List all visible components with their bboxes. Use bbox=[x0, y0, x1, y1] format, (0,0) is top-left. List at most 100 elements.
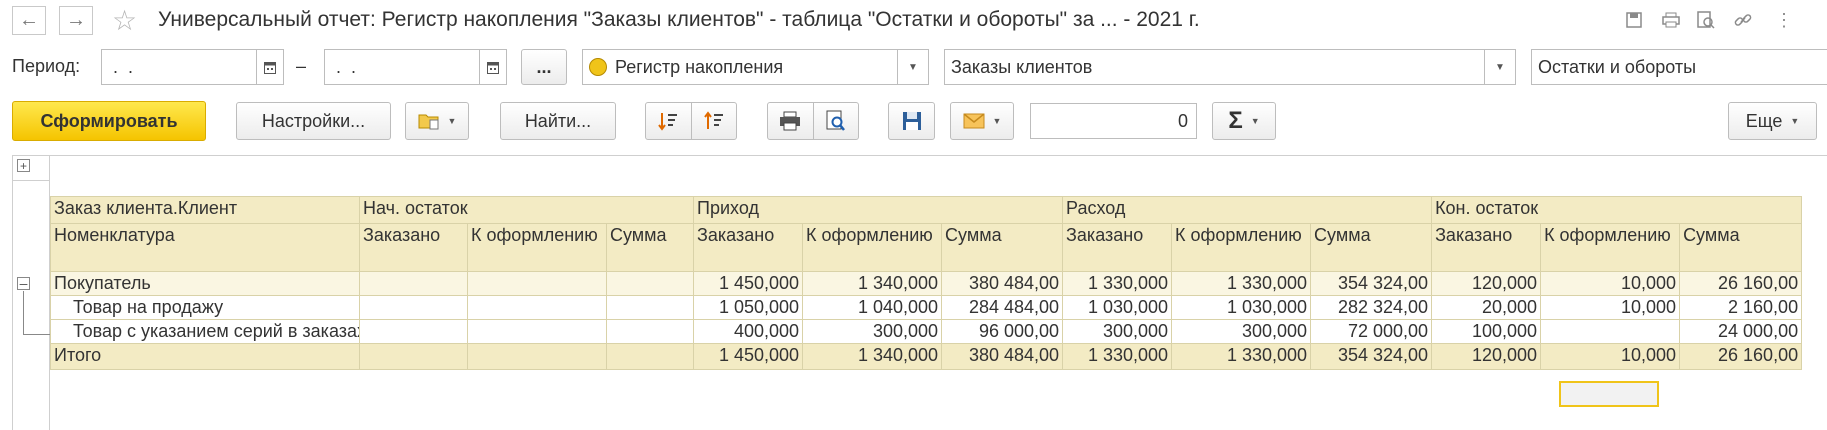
cell[interactable]: 400,000 bbox=[693, 319, 804, 344]
save-button[interactable] bbox=[888, 102, 935, 140]
back-button[interactable]: ← bbox=[12, 6, 46, 35]
header-to-process[interactable]: К оформлению bbox=[1171, 223, 1312, 272]
cell[interactable]: 1 330,000 bbox=[1062, 271, 1173, 296]
cell[interactable] bbox=[605, 295, 695, 320]
chevron-down-icon[interactable]: ▼ bbox=[1484, 50, 1515, 84]
cell[interactable] bbox=[605, 271, 695, 296]
cell[interactable]: 380 484,00 bbox=[941, 271, 1064, 296]
header-ordered[interactable]: Заказано bbox=[359, 223, 468, 272]
cell[interactable]: 1 040,000 bbox=[802, 295, 943, 320]
settings-button[interactable]: Настройки... bbox=[236, 102, 391, 140]
table-row[interactable]: Товар с указанием серий в заказах 400,00… bbox=[50, 319, 1803, 344]
header-client[interactable]: Заказ клиента.Клиент bbox=[50, 196, 360, 224]
sort-ascending-icon[interactable] bbox=[692, 103, 737, 139]
cell[interactable]: 2 160,00 bbox=[1679, 295, 1803, 320]
calendar-icon[interactable] bbox=[256, 50, 283, 84]
preview-icon[interactable] bbox=[1694, 8, 1718, 32]
cell[interactable] bbox=[467, 271, 607, 296]
cell[interactable] bbox=[467, 319, 607, 344]
cell[interactable]: 24 000,00 bbox=[1679, 319, 1803, 344]
cell[interactable]: 1 330,000 bbox=[1062, 343, 1173, 370]
table-row[interactable]: Товар на продажу 1 050,000 1 040,000 284… bbox=[50, 295, 1803, 320]
cell[interactable]: 26 160,00 bbox=[1679, 343, 1803, 370]
cell[interactable] bbox=[359, 319, 468, 344]
send-email-button[interactable]: ▼ bbox=[950, 102, 1014, 140]
register-type-select[interactable]: Регистр накопления ▼ bbox=[582, 49, 929, 85]
generate-button[interactable]: Сформировать bbox=[12, 101, 206, 141]
cell[interactable]: 96 000,00 bbox=[941, 319, 1064, 344]
sort-descending-icon[interactable] bbox=[646, 103, 692, 139]
period-to-field[interactable]: . . bbox=[324, 49, 507, 85]
cell[interactable]: 1 450,000 bbox=[693, 271, 804, 296]
forward-button[interactable]: → bbox=[59, 6, 93, 35]
cell[interactable]: 300,000 bbox=[1171, 319, 1312, 344]
header-ordered[interactable]: Заказано bbox=[693, 223, 804, 272]
cell[interactable]: 72 000,00 bbox=[1310, 319, 1433, 344]
header-sum[interactable]: Сумма bbox=[1679, 223, 1803, 272]
cell[interactable]: 20,000 bbox=[1431, 295, 1542, 320]
table-row-group[interactable]: Покупатель 1 450,000 1 340,000 380 484,0… bbox=[50, 271, 1803, 296]
table-row-total[interactable]: Итого 1 450,000 1 340,000 380 484,00 1 3… bbox=[50, 343, 1803, 370]
active-cell[interactable] bbox=[1559, 381, 1659, 407]
print-preview-icon[interactable] bbox=[814, 103, 859, 139]
header-sum[interactable]: Сумма bbox=[941, 223, 1064, 272]
cell[interactable] bbox=[1540, 319, 1681, 344]
cell[interactable] bbox=[605, 343, 695, 370]
cell[interactable]: 1 340,000 bbox=[802, 271, 943, 296]
cell[interactable]: 100,000 bbox=[1431, 319, 1542, 344]
sum-mode-button[interactable]: Σ ▼ bbox=[1212, 102, 1276, 140]
calendar-icon[interactable] bbox=[479, 50, 506, 84]
cell[interactable]: 120,000 bbox=[1431, 271, 1542, 296]
header-opening-balance[interactable]: Нач. остаток bbox=[358, 196, 695, 224]
more-vertical-icon[interactable]: ⋮ bbox=[1772, 8, 1796, 32]
row-name[interactable]: Покупатель bbox=[50, 271, 360, 296]
cell[interactable] bbox=[359, 271, 468, 296]
period-from-field[interactable]: . . bbox=[101, 49, 284, 85]
header-ordered[interactable]: Заказано bbox=[1062, 223, 1173, 272]
cell[interactable]: 26 160,00 bbox=[1679, 271, 1803, 296]
find-button[interactable]: Найти... bbox=[500, 102, 616, 140]
cell[interactable] bbox=[605, 319, 695, 344]
cell[interactable]: 1 340,000 bbox=[802, 343, 943, 370]
row-name[interactable]: Товар на продажу bbox=[50, 295, 360, 320]
cell[interactable]: 1 330,000 bbox=[1171, 343, 1312, 370]
cell[interactable]: 1 030,000 bbox=[1062, 295, 1173, 320]
header-expense[interactable]: Расход bbox=[1062, 196, 1433, 224]
cell[interactable]: 120,000 bbox=[1431, 343, 1542, 370]
cell[interactable]: 300,000 bbox=[802, 319, 943, 344]
cell[interactable] bbox=[467, 295, 607, 320]
print-icon[interactable] bbox=[1659, 8, 1683, 32]
printer-icon[interactable] bbox=[768, 103, 814, 139]
cell[interactable] bbox=[359, 295, 468, 320]
cell[interactable]: 284 484,00 bbox=[941, 295, 1064, 320]
row-name[interactable]: Товар с указанием серий в заказах bbox=[50, 319, 360, 344]
chevron-down-icon[interactable]: ▼ bbox=[897, 50, 928, 84]
cell[interactable]: 10,000 bbox=[1540, 295, 1681, 320]
more-button[interactable]: Еще ▼ bbox=[1728, 102, 1817, 140]
cell[interactable]: 354 324,00 bbox=[1310, 271, 1433, 296]
selection-sum-field[interactable]: 0 bbox=[1030, 103, 1197, 139]
save-icon[interactable] bbox=[1622, 8, 1646, 32]
total-label[interactable]: Итого bbox=[50, 343, 360, 370]
register-table-select[interactable]: Остатки и обороты bbox=[1531, 49, 1827, 85]
cell[interactable]: 282 324,00 bbox=[1310, 295, 1433, 320]
header-sum[interactable]: Сумма bbox=[605, 223, 695, 272]
header-sum[interactable]: Сумма bbox=[1310, 223, 1433, 272]
cell[interactable]: 1 050,000 bbox=[693, 295, 804, 320]
cell[interactable]: 10,000 bbox=[1540, 271, 1681, 296]
cell[interactable] bbox=[359, 343, 468, 370]
cell[interactable]: 10,000 bbox=[1540, 343, 1681, 370]
cell[interactable]: 1 450,000 bbox=[693, 343, 804, 370]
header-closing-balance[interactable]: Кон. остаток bbox=[1431, 196, 1803, 224]
variant-button[interactable]: ▼ bbox=[405, 102, 469, 140]
period-select-button[interactable]: ... bbox=[521, 49, 567, 85]
cell[interactable]: 354 324,00 bbox=[1310, 343, 1433, 370]
expand-all-icon[interactable]: + bbox=[17, 159, 30, 172]
cell[interactable] bbox=[467, 343, 607, 370]
header-ordered[interactable]: Заказано bbox=[1431, 223, 1542, 272]
header-nomenclature[interactable]: Номенклатура bbox=[50, 223, 360, 272]
cell[interactable]: 1 030,000 bbox=[1171, 295, 1312, 320]
header-to-process[interactable]: К оформлению bbox=[467, 223, 607, 272]
link-icon[interactable] bbox=[1731, 8, 1755, 32]
star-icon[interactable]: ☆ bbox=[112, 4, 137, 37]
